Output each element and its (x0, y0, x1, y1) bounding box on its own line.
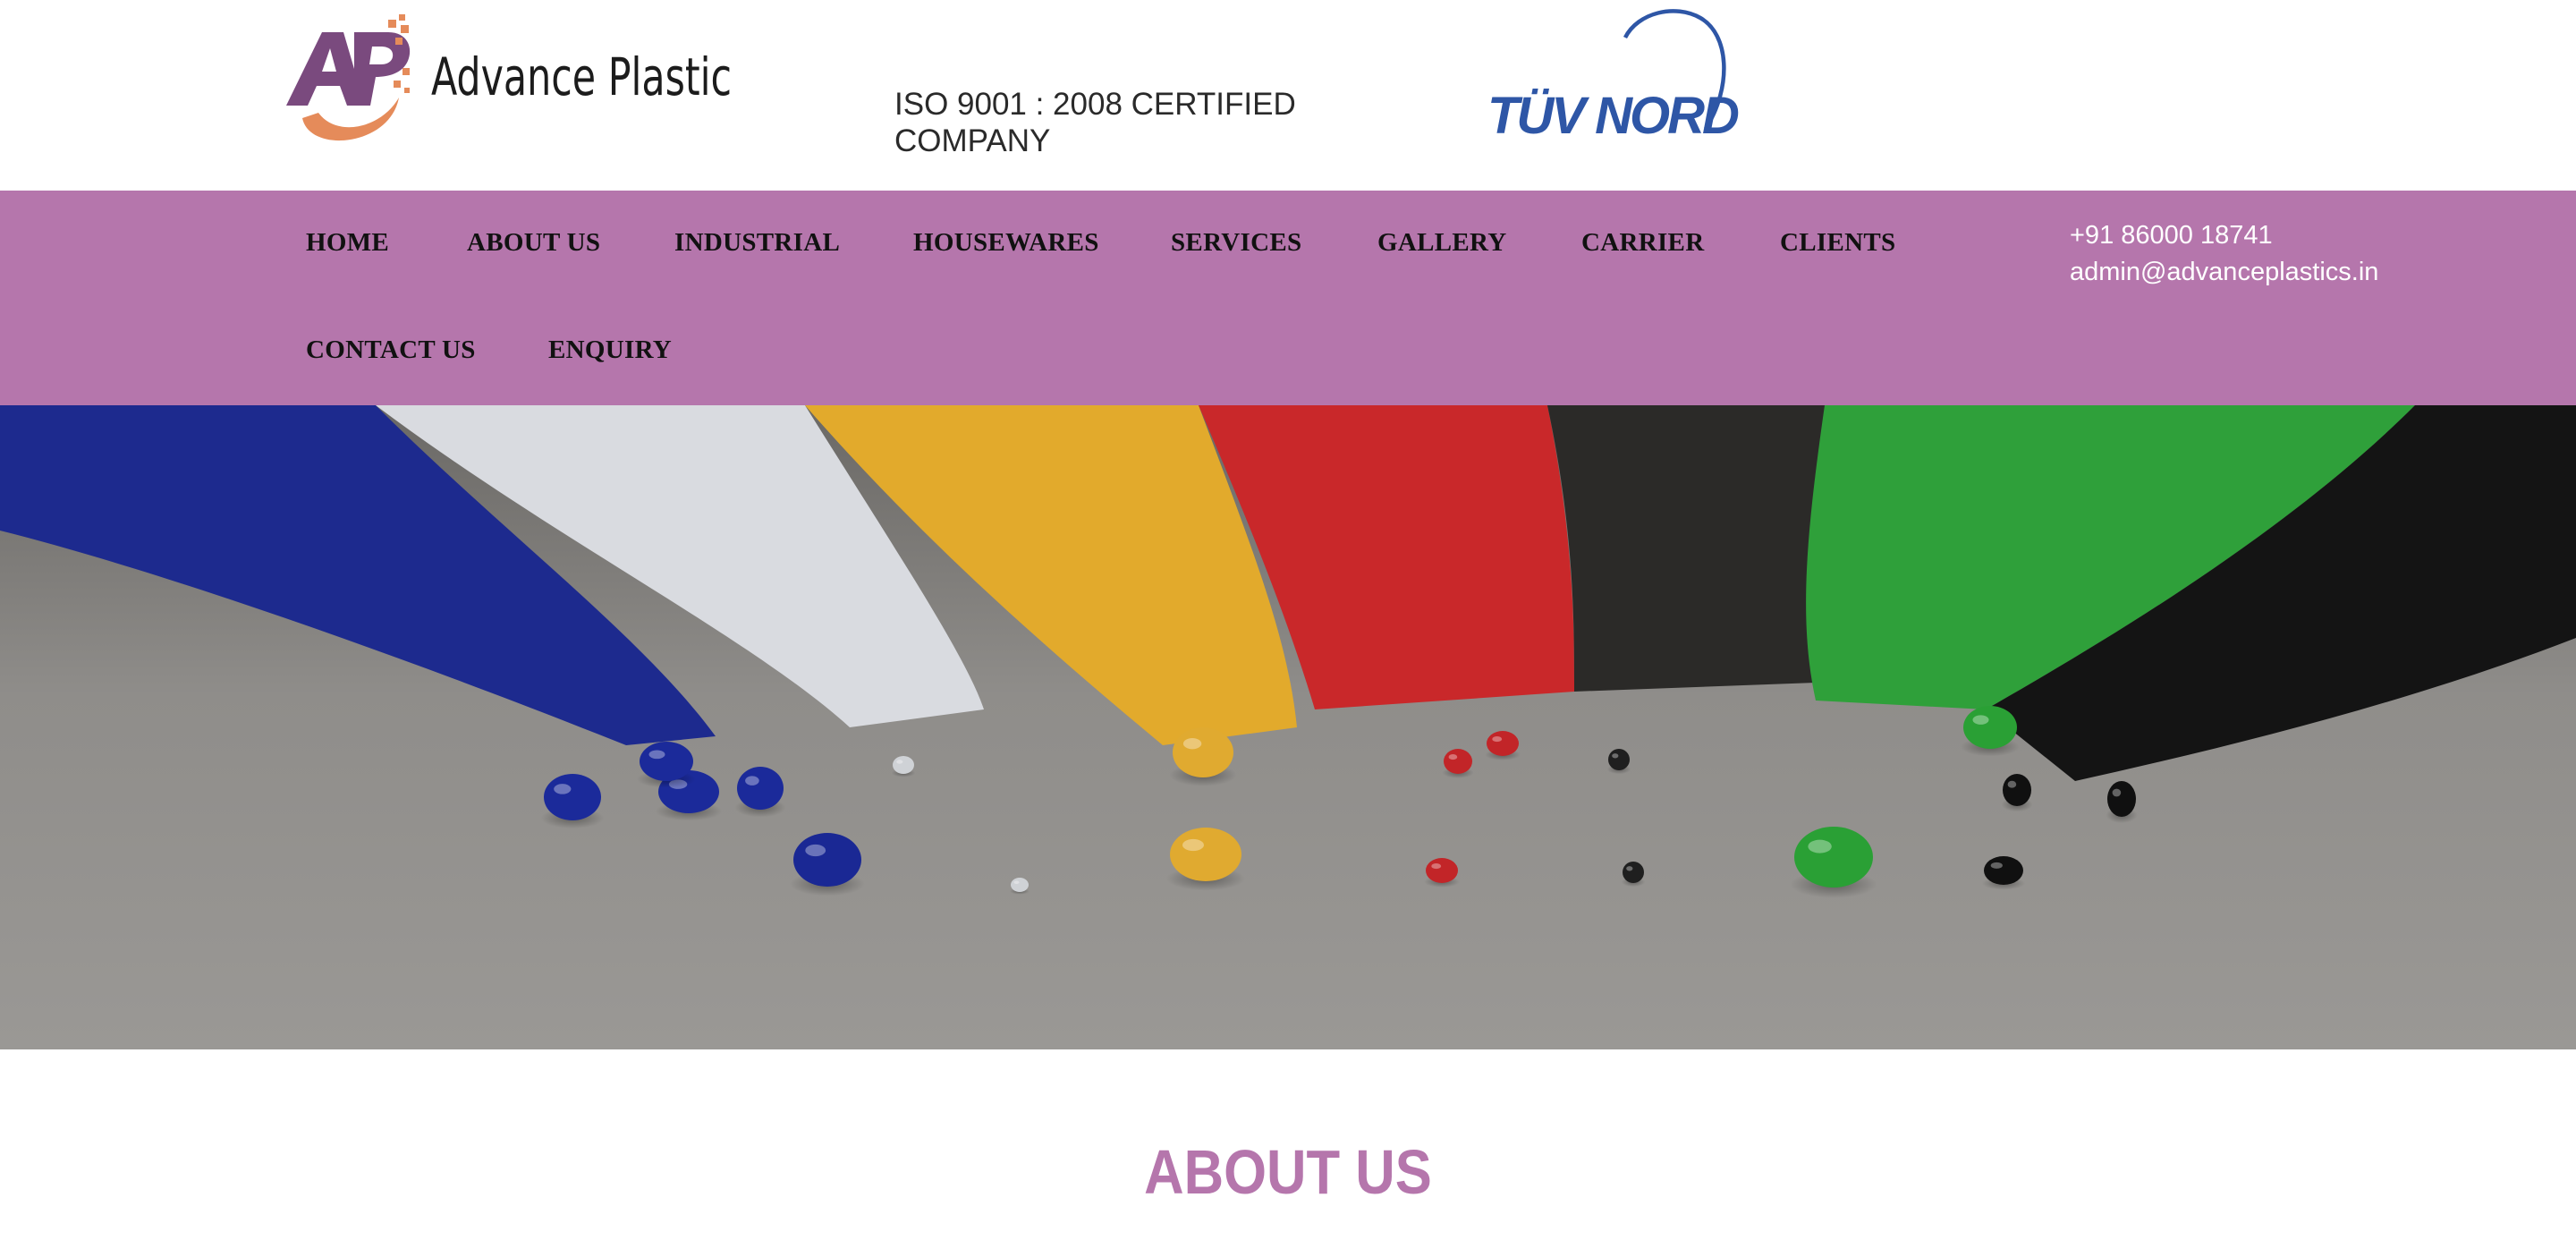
plastic-granules-illustration (0, 405, 2576, 1049)
iso-certification-text: ISO 9001 : 2008 CERTIFIED COMPANY (894, 87, 1296, 158)
phone-number[interactable]: +91 86000 18741 (2070, 217, 2378, 254)
tuv-nord-icon: TÜV NORD (1487, 9, 1741, 145)
granule-highlight (2112, 788, 2122, 797)
granule-highlight (805, 844, 826, 857)
plastic-granule (1170, 828, 1241, 881)
plastic-granule (737, 767, 784, 810)
plastic-granule (1487, 731, 1519, 756)
nav-about-us[interactable]: ABOUT US (467, 228, 600, 258)
about-us-heading: ABOUT US (1144, 1137, 1432, 1207)
plastic-granule (793, 833, 861, 887)
tuv-nord-logo: TÜV NORD (1480, 5, 1767, 145)
plastic-granule (893, 756, 914, 774)
plastic-granule (1623, 862, 1644, 883)
plastic-granule (1011, 878, 1029, 892)
plastic-granule (1963, 706, 2017, 749)
granule-highlight (1182, 738, 1202, 750)
granule-highlight (1492, 736, 1503, 743)
email-address[interactable]: admin@advanceplastics.in (2070, 254, 2378, 291)
brand-logo[interactable]: Advance Plastic (283, 13, 733, 149)
granule-highlight (648, 750, 665, 760)
contact-info: +91 86000 18741 admin@advanceplastics.in (2070, 217, 2378, 291)
nav-clients[interactable]: CLIENTS (1780, 228, 1895, 258)
plastic-granule (2107, 781, 2136, 817)
hero-banner-image (0, 405, 2576, 1049)
brand-name: Advance Plastic (431, 47, 733, 107)
plastic-granule (640, 742, 693, 781)
plastic-granule (544, 774, 601, 820)
plastic-granule (1984, 856, 2023, 885)
ap-logo-icon (286, 14, 411, 141)
nav-enquiry[interactable]: ENQUIRY (548, 335, 672, 365)
nav-gallery[interactable]: GALLERY (1377, 228, 1507, 258)
nav-services[interactable]: SERVICES (1171, 228, 1301, 258)
site-header: Advance Plastic ISO 9001 : 2008 CERTIFIE… (0, 0, 2576, 191)
plastic-granule (1608, 749, 1630, 770)
granule-highlight (554, 784, 572, 794)
svg-text:TÜV NORD: TÜV NORD (1487, 87, 1739, 140)
granule-highlight (1182, 838, 1204, 852)
main-navigation: HOME ABOUT US INDUSTRIAL HOUSEWARES SERV… (0, 191, 2576, 405)
nav-home[interactable]: HOME (306, 228, 389, 258)
granule-highlight (1808, 839, 1832, 854)
plastic-granule (2003, 774, 2031, 806)
nav-industrial[interactable]: INDUSTRIAL (674, 228, 840, 258)
granule-highlight (1990, 862, 2003, 869)
granule-highlight (1431, 863, 1442, 870)
granule-highlight (1448, 754, 1458, 760)
nav-carrier[interactable]: CARRIER (1581, 228, 1704, 258)
plastic-granule (1173, 727, 1233, 777)
granule-highlight (1972, 715, 1989, 725)
granule-highlight (1626, 866, 1633, 871)
granule-highlight (896, 760, 903, 764)
granule-highlight (2007, 780, 2017, 788)
granule-highlight (745, 776, 759, 786)
nav-housewares[interactable]: HOUSEWARES (913, 228, 1099, 258)
plastic-granule (1794, 827, 1873, 888)
granule-highlight (1612, 753, 1619, 759)
granule-highlight (1013, 880, 1020, 884)
nav-contact-us[interactable]: CONTACT US (306, 335, 476, 365)
plastic-granule (1444, 749, 1472, 774)
plastic-granule (1426, 858, 1458, 883)
